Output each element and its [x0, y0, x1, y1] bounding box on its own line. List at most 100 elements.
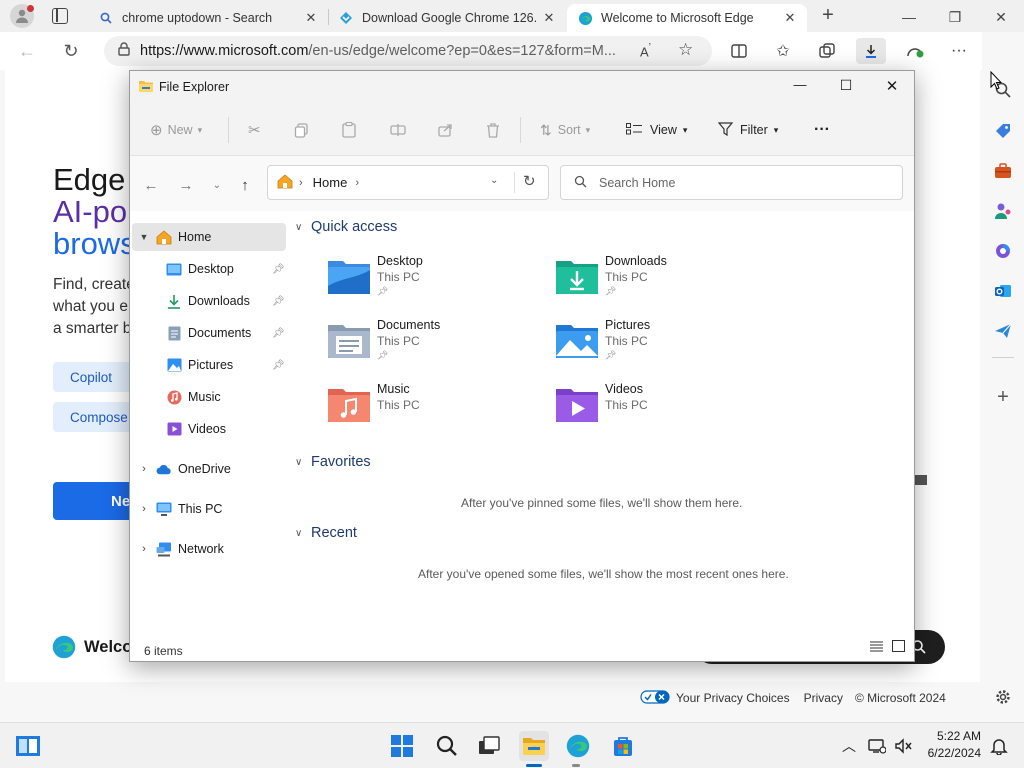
split-screen-icon[interactable] [724, 38, 754, 64]
address-bar[interactable]: https://www.microsoft.com/en-us/edge/wel… [104, 36, 712, 66]
section-favorites[interactable]: ∨ Favorites [295, 454, 371, 470]
more-menu-icon[interactable]: ··· [944, 38, 974, 64]
quick-access-item-downloads[interactable]: Downloads This PC 📌︎ [555, 254, 775, 312]
collections-icon[interactable] [812, 38, 842, 64]
widgets-icon[interactable] [13, 731, 43, 761]
copy-icon[interactable] [294, 119, 309, 141]
address-dropdown-icon[interactable]: ⌄ [490, 175, 498, 186]
close-icon[interactable]: ✕ [542, 10, 556, 26]
pictures-folder-icon [556, 325, 598, 358]
nav-item-pictures[interactable]: Pictures 📌︎ [166, 351, 290, 379]
chevron-right-icon[interactable]: › [132, 543, 156, 555]
minimize-button[interactable]: — [790, 77, 810, 92]
chevron-down-icon[interactable]: ▼ [132, 232, 156, 242]
forward-button[interactable]: → [175, 174, 197, 196]
details-view-icon[interactable] [870, 641, 883, 655]
new-button[interactable]: ⊕ New ▾ [150, 119, 202, 141]
nav-item-network[interactable]: › Network [132, 535, 286, 563]
refresh-icon[interactable]: ↻ [523, 172, 536, 190]
filter-button[interactable]: Filter ▾ [717, 119, 778, 141]
start-icon[interactable] [387, 731, 417, 761]
quick-access-item-desktop[interactable]: Desktop This PC 📌︎ [327, 254, 547, 312]
performance-icon[interactable] [900, 38, 930, 64]
task-view-icon[interactable] [474, 731, 504, 761]
close-icon[interactable]: ✕ [783, 10, 797, 26]
nav-item-onedrive[interactable]: › OneDrive [132, 455, 286, 483]
quick-access-item-music[interactable]: Music This PC [327, 382, 547, 440]
read-aloud-icon[interactable]: Aʼ [640, 42, 651, 59]
nav-item-downloads[interactable]: Downloads 📌︎ [166, 287, 290, 315]
send-icon[interactable] [990, 318, 1016, 344]
close-window-button[interactable]: ✕ [978, 4, 1024, 30]
favorite-star-icon[interactable]: ☆ [678, 40, 693, 60]
edge-logo-icon [52, 635, 76, 659]
tab-uptodown[interactable]: Download Google Chrome 126.0 ✕ [328, 4, 566, 32]
section-quick-access[interactable]: ∨ Quick access [295, 219, 397, 235]
edge-taskbar-icon[interactable] [563, 731, 593, 761]
paste-icon[interactable] [342, 119, 356, 141]
cut-icon[interactable]: ✂ [248, 119, 261, 141]
new-tab-button[interactable]: + [816, 4, 840, 28]
tools-briefcase-icon[interactable] [990, 158, 1016, 184]
more-options-button[interactable]: ··· [814, 119, 830, 141]
back-button[interactable]: ← [12, 38, 42, 64]
volume-muted-icon[interactable] [888, 731, 918, 761]
chevron-right-icon[interactable]: › [132, 463, 156, 475]
file-explorer-taskbar-icon[interactable] [519, 731, 549, 761]
view-button[interactable]: View ▾ [626, 119, 687, 141]
tiles-view-icon[interactable] [892, 640, 905, 655]
quick-access-item-videos[interactable]: Videos This PC [555, 382, 775, 440]
outlook-icon[interactable] [990, 278, 1016, 304]
add-icon[interactable]: + [990, 384, 1016, 410]
clock-time[interactable]: 5:22 AM [921, 729, 981, 743]
section-recent[interactable]: ∨ Recent [295, 525, 357, 541]
notification-bell-icon[interactable] [984, 731, 1014, 761]
quick-access-item-documents[interactable]: Documents This PC 📌︎ [327, 318, 547, 376]
chevron-right-icon[interactable]: › [132, 503, 156, 515]
nav-item-documents[interactable]: Documents 📌︎ [166, 319, 290, 347]
nav-label: OneDrive [178, 462, 231, 476]
up-button[interactable]: ↑ [234, 174, 256, 196]
rename-icon[interactable] [390, 119, 406, 141]
back-button[interactable]: ← [140, 174, 162, 196]
close-icon[interactable]: ✕ [304, 10, 318, 26]
favorites-empty-message: After you've pinned some files, we'll sh… [461, 496, 743, 510]
shopping-tag-icon[interactable] [990, 118, 1016, 144]
share-icon[interactable] [438, 119, 453, 141]
recent-locations-button[interactable]: ⌄ [206, 174, 228, 196]
nav-item-desktop[interactable]: Desktop 📌︎ [166, 255, 290, 283]
microsoft365-icon[interactable] [990, 238, 1016, 264]
nav-item-music[interactable]: Music [166, 383, 290, 411]
address-box[interactable]: › Home › ⌄ ↻ [267, 165, 549, 200]
nav-item-videos[interactable]: Videos [166, 415, 290, 443]
nav-item-this-pc[interactable]: › This PC [132, 495, 286, 523]
delete-icon[interactable] [486, 119, 500, 141]
refresh-button[interactable]: ↻ [56, 38, 86, 64]
search-icon[interactable] [432, 731, 462, 761]
privacy-link[interactable]: Privacy [804, 691, 843, 705]
chevron-up-icon[interactable]: ︿ [834, 731, 864, 761]
sort-button[interactable]: ⇅ Sort ▾ [540, 119, 590, 141]
downloads-icon[interactable] [856, 38, 886, 64]
store-icon[interactable] [608, 731, 638, 761]
privacy-choices-link[interactable]: Your Privacy Choices [676, 691, 790, 705]
games-person-icon[interactable] [990, 198, 1016, 224]
nav-item-home[interactable]: ▼ Home [132, 223, 286, 251]
profile-avatar[interactable] [10, 4, 34, 28]
tab-search[interactable]: chrome uptodown - Search ✕ [88, 4, 328, 32]
file-explorer-window: File Explorer — ☐ ✕ ⊕ New ▾ ✂ ⇅ Sort ▾ View ▾… [129, 70, 915, 662]
favorites-icon[interactable]: ✩ [768, 38, 798, 64]
restore-button[interactable]: ❐ [932, 4, 978, 30]
videos-folder-icon [556, 389, 598, 422]
command-bar: ⊕ New ▾ ✂ ⇅ Sort ▾ View ▾ Filter ▾ ··· [130, 103, 914, 156]
close-button[interactable]: ✕ [882, 77, 902, 95]
minimize-button[interactable]: — [886, 4, 932, 30]
clock-date[interactable]: 6/22/2024 [915, 746, 981, 760]
plus-circle-icon: ⊕ [150, 122, 163, 139]
gear-icon[interactable] [990, 684, 1016, 710]
quick-access-item-pictures[interactable]: Pictures This PC 📌︎ [555, 318, 775, 376]
tab-edge-welcome[interactable]: Welcome to Microsoft Edge ✕ [567, 4, 807, 32]
search-box[interactable]: Search Home [560, 165, 903, 200]
tab-actions-icon[interactable] [52, 8, 68, 24]
maximize-button[interactable]: ☐ [836, 77, 856, 94]
